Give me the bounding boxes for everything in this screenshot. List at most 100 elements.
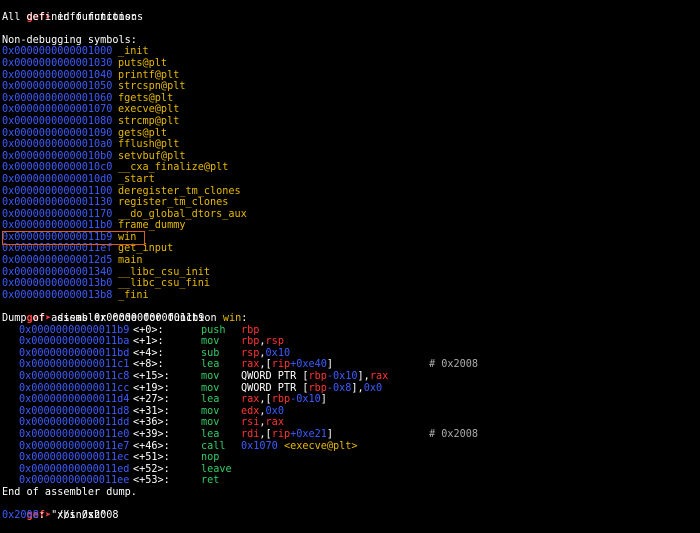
function-address: 0x0000000000001070 — [2, 104, 113, 116]
asm-operand: edx — [241, 405, 260, 417]
dump-header: Dump of assembler code for function win: — [0, 313, 700, 325]
asm-comment: # 0x2008 — [429, 428, 479, 440]
function-address: 0x00000000000011ef — [2, 243, 113, 255]
function-row: 0x00000000000013b8 _fini — [0, 290, 700, 302]
function-row: 0x0000000000001030 puts@plt — [0, 58, 700, 70]
function-address: 0x0000000000001060 — [2, 92, 113, 104]
asm-operand: rip — [271, 359, 291, 371]
asm-offset: <+4>: — [133, 347, 164, 359]
asm-operand: 0x0 — [265, 405, 284, 417]
function-address: 0x00000000000010c0 — [2, 162, 113, 174]
asm-operand: -0x10 — [326, 371, 358, 382]
asm-operand: ], — [357, 371, 370, 382]
asm-mnemonic: ret — [201, 475, 220, 487]
asm-operand: rbp — [241, 324, 260, 336]
asm-operand: rsi — [241, 417, 260, 429]
asm-mnemonic: mov — [201, 405, 220, 417]
asm-offset: <+8>: — [133, 359, 164, 371]
function-name: __do_global_dtors_aux — [118, 208, 247, 220]
asm-mnemonic: leave — [201, 463, 232, 475]
asm-operand: <execve@plt> — [283, 440, 358, 452]
xs-string-value: "/bin/sh" — [51, 510, 107, 522]
function-row: 0x00000000000010c0 __cxa_finalize@plt — [0, 162, 700, 174]
function-address: 0x0000000000001170 — [2, 208, 113, 220]
asm-row: 0x00000000000011ec <+51>: nop — [0, 452, 700, 464]
function-row: 0x0000000000001070 execve@plt — [0, 104, 700, 116]
asm-operand: rax — [241, 359, 260, 371]
prompt-line-2: gef➤ disas 0x00000000000011b9 — [0, 301, 700, 324]
asm-row: 0x00000000000011c1 <+8>: lea rax,[rip+0xe40… — [0, 359, 700, 371]
function-name: __libc_csu_fini — [118, 278, 211, 290]
asm-mnemonic: mov — [201, 336, 220, 348]
asm-row: 0x00000000000011cc <+19>: mov QWORD PTR [rb… — [0, 383, 700, 395]
function-row: 0x0000000000001100 deregister_tm_clones — [0, 186, 700, 198]
function-address: 0x0000000000001030 — [2, 57, 113, 69]
asm-operands: rax,[rip+0xe40] — [241, 359, 375, 371]
asm-address: 0x00000000000011cc — [19, 382, 130, 394]
asm-offset: <+53>: — [133, 475, 170, 487]
asm-address: 0x00000000000011c1 — [19, 359, 130, 371]
asm-row: 0x00000000000011d4 <+27>: lea rax,[rbp-0x10… — [0, 394, 700, 406]
asm-operands: rax,[rbp-0x10] — [241, 394, 375, 406]
asm-operand: +0xe40 — [290, 359, 327, 371]
asm-operand: ], — [351, 382, 364, 394]
asm-operand: -0x10 — [290, 394, 321, 406]
asm-address: 0x00000000000011ee — [19, 475, 130, 487]
function-name: fgets@plt — [118, 92, 174, 104]
function-name: frame_dummy — [118, 220, 186, 232]
function-name: get_input — [118, 243, 174, 255]
asm-operand: rax — [369, 371, 389, 382]
asm-address: 0x00000000000011dd — [19, 417, 130, 429]
asm-address: 0x00000000000011e7 — [19, 440, 130, 452]
xs-address: 0x2008 — [2, 510, 39, 522]
asm-offset: <+51>: — [133, 452, 170, 464]
asm-operand: 0x1070 — [241, 440, 284, 452]
asm-row: 0x00000000000011ee <+53>: ret — [0, 475, 700, 487]
asm-operand: ] — [326, 428, 334, 440]
output-line: End of assembler dump. — [2, 486, 137, 498]
function-row: 0x0000000000001080 strcmp@plt — [0, 116, 700, 128]
asm-offset: <+46>: — [133, 440, 170, 452]
function-row: 0x0000000000001000 _init — [0, 46, 700, 58]
function-name: gets@plt — [118, 127, 168, 139]
asm-row: 0x00000000000011e0 <+39>: lea rdi,[rip+0xe2… — [0, 429, 700, 441]
asm-operands: rbp,rsp — [241, 336, 375, 348]
asm-operands: QWORD PTR [rbp-0x8],0x0 — [241, 382, 382, 395]
asm-address: 0x00000000000011d8 — [19, 405, 130, 417]
output-line: All defined functions: — [2, 11, 137, 23]
asm-operand: rbp — [308, 382, 327, 394]
asm-mnemonic: mov — [201, 382, 220, 394]
function-address: 0x0000000000001000 — [2, 46, 113, 58]
function-name: fflush@plt — [118, 139, 180, 151]
asm-offset: <+39>: — [133, 428, 170, 440]
asm-address: 0x00000000000011bd — [19, 347, 130, 359]
asm-operand: ,[ — [259, 428, 272, 440]
asm-operands: rsi,rax — [241, 417, 375, 429]
function-address: 0x0000000000001080 — [2, 115, 113, 127]
prompt-line-3: gef➤ x/s 0x2008 — [0, 499, 700, 521]
asm-operand: QWORD PTR [ — [241, 382, 309, 394]
function-row: 0x00000000000011ef get_input — [0, 243, 700, 255]
asm-row: 0x00000000000011ba <+1>: mov rbp,rsp — [0, 336, 700, 348]
asm-operand: rax — [265, 417, 284, 429]
function-name: puts@plt — [118, 57, 168, 69]
function-row: 0x0000000000001040 printf@plt — [0, 70, 700, 82]
asm-row: 0x00000000000011b9 <+0>: push rbp — [0, 325, 700, 337]
asm-offset: <+27>: — [133, 394, 170, 406]
asm-mnemonic: mov — [201, 371, 220, 382]
asm-row: 0x00000000000011ed <+52>: leave — [0, 464, 700, 476]
function-row: 0x0000000000001050 strcspn@plt — [0, 81, 700, 93]
asm-operand: ,[ — [259, 359, 272, 371]
function-name: main — [118, 255, 143, 267]
asm-mnemonic: nop — [201, 452, 220, 464]
asm-operands: QWORD PTR [rbp-0x10],rax — [241, 371, 388, 383]
terminal-window[interactable]: gef➤ info functions All defined function… — [0, 0, 700, 521]
asm-mnemonic: sub — [201, 347, 220, 359]
function-name: _init — [118, 46, 149, 58]
function-row: 0x0000000000001060 fgets@plt — [0, 93, 700, 105]
win-highlight-box — [2, 231, 145, 245]
disassembly-list: 0x00000000000011b9 <+0>: push rbp 0x00000000… — [0, 325, 700, 487]
function-row: 0x00000000000010b0 setvbuf@plt — [0, 151, 700, 163]
asm-comment: # 0x2008 — [429, 359, 479, 371]
